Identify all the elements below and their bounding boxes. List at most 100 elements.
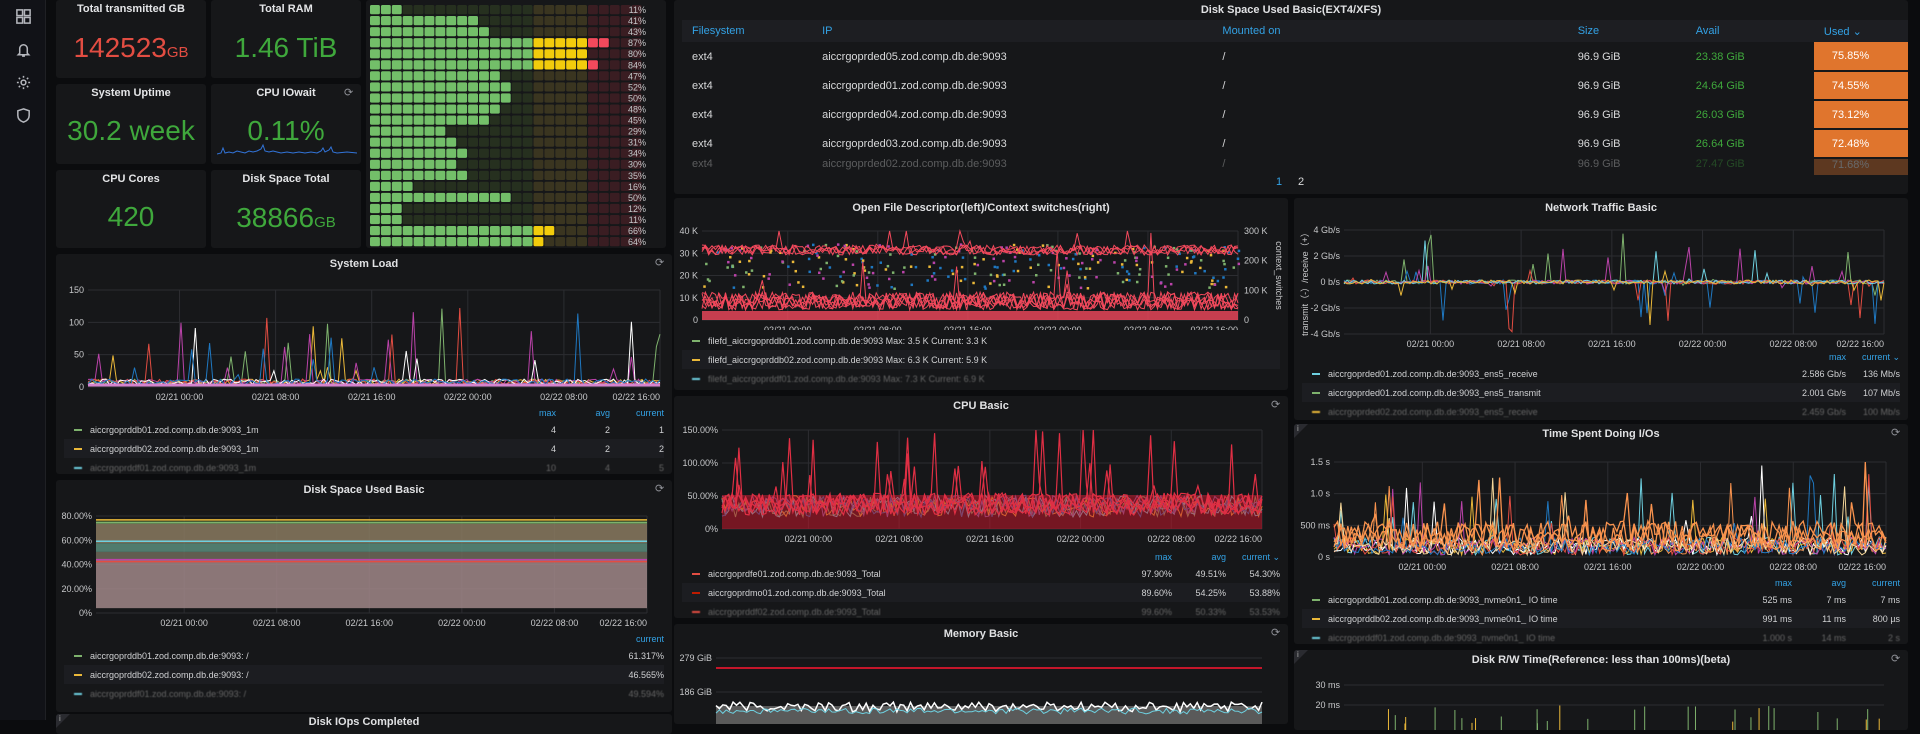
legend-item[interactable]: aiccrgoprdfe01.zod.comp.db.de:9093_Total… — [682, 564, 1280, 583]
gauge-cell — [402, 38, 413, 48]
nav-dashboards[interactable] — [0, 0, 46, 33]
scatter-point — [1236, 257, 1240, 261]
legend-item[interactable]: filefd_aiccrgoprddb01.zod.comp.db.de:909… — [682, 331, 1280, 350]
legend-swatch — [74, 447, 82, 450]
legend-column-header[interactable]: max — [502, 408, 556, 418]
column-header[interactable]: Filesystem — [682, 20, 813, 42]
legend-item[interactable]: filefd_aiccrgoprddf01.zod.comp.db.de:909… — [682, 369, 1280, 388]
legend-column-header[interactable]: current ⌄ — [1846, 352, 1900, 363]
legend-column-header[interactable]: avg — [1172, 552, 1226, 562]
table-cell: ext4 — [692, 137, 713, 150]
nav-admin[interactable] — [0, 99, 46, 132]
x-tick-label: 02/22 08:00 — [531, 618, 579, 628]
legend: max current ⌄ aiccrgoprded01.zod.comp.db.… — [1302, 350, 1900, 420]
legend-item[interactable]: aiccrgoprddb02.zod.comp.db.de:9093_nvme0… — [1302, 609, 1900, 628]
gauge-cell — [533, 214, 544, 225]
x-tick-label: 02/21 00:00 — [1399, 562, 1447, 572]
gauge-cell — [424, 93, 435, 103]
legend-column-header[interactable]: current — [610, 408, 664, 418]
legend-column-header[interactable]: current — [610, 634, 664, 644]
legend-column-header[interactable]: max — [1738, 578, 1792, 588]
gauge-cell — [479, 60, 489, 70]
legend-item[interactable]: aiccrgoprddb01.zod.comp.db.de:9093_nvme0… — [1302, 590, 1900, 609]
legend-column-header[interactable]: avg — [556, 408, 610, 418]
gauge-cell — [533, 49, 544, 59]
legend-swatch — [692, 572, 700, 575]
y-tick-label: 40 K — [679, 226, 698, 236]
legend-item[interactable]: aiccrgoprddf02.zod.comp.db.de:9093_Total… — [682, 602, 1280, 618]
gauge-cell — [566, 203, 577, 214]
gauge-cell — [609, 170, 620, 180]
column-header[interactable]: IP — [812, 20, 1213, 42]
gauge-cell — [424, 226, 435, 236]
gauge-cell — [489, 5, 500, 15]
legend-column-header[interactable]: max — [1118, 552, 1172, 562]
gauge-cell — [380, 16, 391, 26]
scatter-point — [1211, 279, 1214, 282]
gauge-cell — [402, 137, 413, 147]
legend-item[interactable]: aiccrgoprddb01.zod.comp.db.de:9093: / 61.… — [64, 646, 664, 665]
gauge-cell — [391, 104, 402, 114]
legend-column-header[interactable]: current ⌄ — [1226, 552, 1280, 563]
column-header[interactable]: Size — [1567, 20, 1686, 42]
y-tick-label: 40.00% — [61, 560, 92, 570]
gauge-cell — [424, 148, 435, 158]
scatter-point — [1185, 256, 1189, 260]
gauge-cell — [511, 148, 522, 158]
gauge-cell — [489, 203, 500, 214]
x-tick-label: 02/21 00:00 — [160, 618, 208, 628]
scatter-point — [926, 279, 929, 282]
legend-column-header[interactable]: avg — [1792, 578, 1846, 588]
gauge-cell — [577, 82, 587, 92]
legend-item[interactable]: aiccrgoprded01.zod.comp.db.de:9093_ens5_… — [1302, 383, 1900, 402]
gauge-cell — [511, 82, 522, 92]
gauge-cell — [609, 214, 620, 225]
legend-item[interactable]: filefd_aiccrgoprddb02.zod.comp.db.de:909… — [682, 350, 1280, 369]
gauge-cell — [370, 93, 380, 103]
gauge-cell — [500, 60, 511, 70]
area-band — [96, 559, 647, 609]
gauge-label: 80% — [628, 49, 646, 59]
column-header[interactable]: Avail — [1685, 20, 1814, 42]
gauge-cell — [544, 16, 555, 26]
nav-configuration[interactable] — [0, 66, 46, 99]
gauge-cell — [457, 16, 468, 26]
legend-item[interactable]: aiccrgoprded01.zod.comp.db.de:9093_ens5_… — [1302, 364, 1900, 383]
gauge-cell — [479, 126, 489, 136]
refresh-icon[interactable]: ⟳ — [344, 88, 355, 99]
gauge-cell — [446, 5, 457, 15]
legend-column-header[interactable]: current — [1846, 578, 1900, 588]
gauge-cell — [413, 93, 424, 103]
scatter-point — [1003, 273, 1006, 277]
column-header[interactable]: Mounted on — [1212, 20, 1568, 42]
gauge-label: 50% — [628, 93, 646, 103]
gauge-cell — [489, 49, 500, 59]
page-2-link[interactable]: 2 — [1298, 176, 1304, 188]
legend-item[interactable]: aiccrgoprddb01.zod.comp.db.de:9093_1m 4 2 1 — [64, 420, 664, 439]
legend-item[interactable]: aiccrgoprddf01.zod.comp.db.de:9093: / 49.… — [64, 684, 664, 703]
legend-item[interactable]: aiccrgoprded02.zod.comp.db.de:9093_ens5_… — [1302, 402, 1900, 420]
scatter-point — [887, 277, 891, 281]
gauge-cell — [489, 214, 500, 225]
legend-item[interactable]: aiccrgoprddb02.zod.comp.db.de:9093: / 46.… — [64, 665, 664, 684]
scatter-point — [992, 257, 996, 261]
legend-item[interactable]: aiccrgoprddb02.zod.comp.db.de:9093_1m 4 2 2 — [64, 439, 664, 458]
legend-value: 99.60% — [1141, 606, 1172, 617]
scatter-point — [996, 266, 999, 269]
x-tick-label: 02/21 00:00 — [156, 392, 204, 402]
gauge-cell — [468, 137, 478, 147]
gauge-cell — [522, 60, 533, 70]
scatter-point — [867, 283, 870, 286]
scatter-point — [787, 265, 790, 268]
legend-item[interactable]: aiccrgoprdmo01.zod.comp.db.de:9093_Total… — [682, 583, 1280, 602]
legend-column-header[interactable]: max — [1792, 352, 1846, 362]
column-header[interactable]: Used ⌄ — [1813, 20, 1908, 42]
legend-item[interactable]: aiccrgoprddf01.zod.comp.db.de:9093_1m 10 4… — [64, 458, 664, 474]
nav-alerting[interactable] — [0, 33, 46, 66]
legend-swatch — [74, 654, 82, 657]
gauge-cell — [511, 203, 522, 214]
legend-swatch — [1312, 410, 1320, 413]
legend-item[interactable]: aiccrgoprddf01.zod.comp.db.de:9093_nvme0… — [1302, 628, 1900, 644]
page-1-link[interactable]: 1 — [1276, 176, 1282, 188]
gauge-cell — [424, 16, 435, 26]
